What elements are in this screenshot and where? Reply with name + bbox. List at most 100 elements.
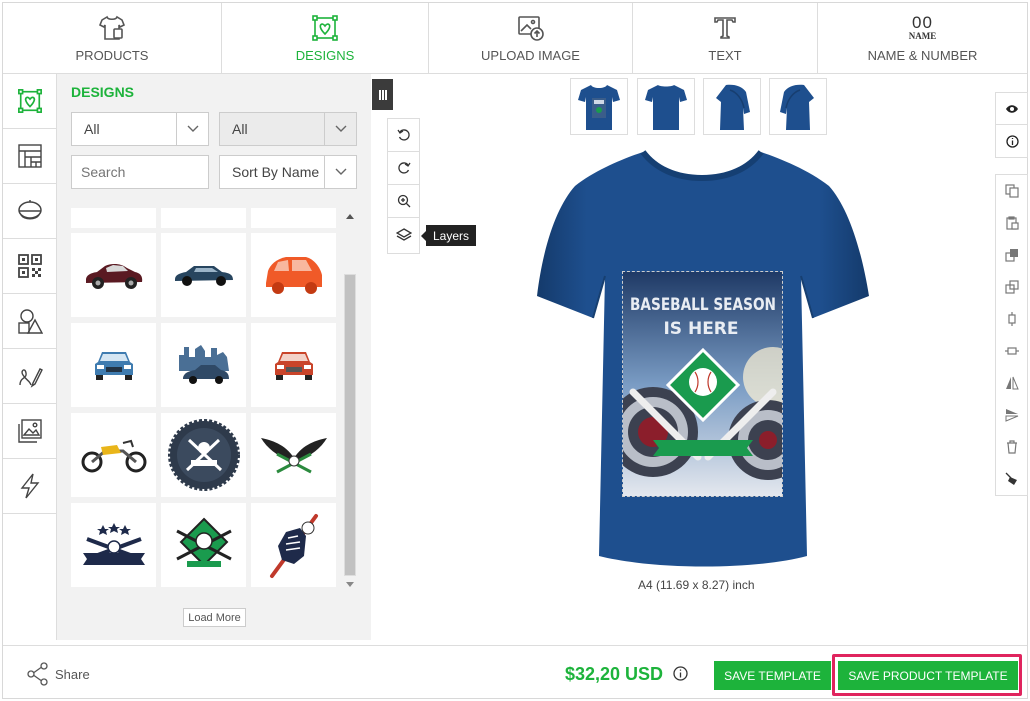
align-vertical-icon [1008,312,1016,326]
subcategory-select[interactable]: All [219,112,357,146]
tab-label: NAME & NUMBER [867,48,978,63]
scroll-up-icon[interactable] [346,214,354,219]
tab-label: TEXT [708,48,742,63]
design-grid [71,208,341,592]
tab-text[interactable]: TEXT [633,3,818,73]
zoom-icon [397,194,410,208]
load-more-button[interactable]: Load More [183,608,246,627]
search-input[interactable] [71,155,209,189]
designs-icon [17,89,42,113]
flip-vertical-button[interactable] [996,399,1028,431]
designs-scrollbar[interactable] [343,208,357,592]
designs-panel: DESIGNS All All Sort By Name [57,74,371,640]
design-thumb-car-front[interactable] [71,323,156,407]
clear-button[interactable] [996,463,1028,495]
view-thumb-front[interactable] [570,78,628,135]
share-button[interactable]: Share [27,662,90,686]
design-thumb[interactable] [161,208,246,228]
rail-draw[interactable] [3,349,56,404]
rail-qr-code[interactable] [3,239,56,294]
flip-horizontal-button[interactable] [996,367,1028,399]
view-tools [995,92,1028,158]
rail-shapes[interactable] [3,294,56,349]
lightning-icon [20,473,39,499]
flip-vertical-icon [1005,409,1019,422]
zoom-button[interactable] [388,185,419,218]
design-thumb-red-car-front[interactable] [251,323,336,407]
undo-button[interactable] [388,119,419,152]
delete-button[interactable] [996,431,1028,463]
rail-spacer [3,514,57,640]
print-area[interactable]: BASEBALL SEASON IS HERE [622,271,783,497]
design-thumb-baseball-diamond[interactable] [161,503,246,587]
center-vertical-button[interactable] [996,303,1028,335]
undo-icon [396,129,410,141]
top-nav: PRODUCTS DESIGNS UPLOAD IMAGE TEXT 00 NA… [3,3,1027,74]
sort-select[interactable]: Sort By Name [219,155,357,189]
design-thumb-glove-bat[interactable] [251,503,336,587]
price-info-icon[interactable] [673,666,688,681]
tab-products[interactable]: PRODUCTS [3,3,222,73]
shapes-icon [17,309,43,334]
canvas-tools [387,118,420,254]
baseball-design[interactable]: BASEBALL SEASON IS HERE [623,272,783,497]
design-thumb-orange-car[interactable] [251,233,336,317]
view-thumb-back[interactable] [637,78,695,135]
print-size-label: A4 (11.69 x 8.27) inch [638,578,755,592]
bring-front-button[interactable] [996,239,1028,271]
rail-caps[interactable] [3,184,56,239]
name-number-icon: 00 NAME [909,13,937,43]
view-thumb-left[interactable] [703,78,761,135]
design-thumb-motorcycle[interactable] [71,413,156,497]
chevron-down-icon [324,156,356,188]
redo-button[interactable] [388,152,419,185]
scroll-down-icon[interactable] [346,582,354,587]
category-select[interactable]: All [71,112,209,146]
layers-button[interactable] [388,218,419,251]
layer-front-icon [1005,249,1018,262]
tab-upload-image[interactable]: UPLOAD IMAGE [429,3,633,73]
design-thumb-baseball-badge[interactable] [161,413,246,497]
scrollbar-thumb[interactable] [344,274,356,576]
design-thumb-winged-badge[interactable] [251,413,336,497]
tab-label: DESIGNS [295,48,355,63]
cap-icon [17,200,42,220]
tab-designs[interactable]: DESIGNS [222,3,429,73]
rail-patterns[interactable] [3,129,56,184]
center-horizontal-button[interactable] [996,335,1028,367]
rail-designs[interactable] [3,74,56,129]
send-back-button[interactable] [996,271,1028,303]
layers-icon [395,227,412,241]
pattern-icon [17,144,42,168]
subcategory-value: All [232,121,248,137]
copy-button[interactable] [996,175,1028,207]
tab-name-number[interactable]: 00 NAME NAME & NUMBER [818,3,1027,73]
designs-icon [311,13,339,43]
design-thumb-sedan[interactable] [161,233,246,317]
preview-button[interactable] [996,93,1028,125]
layer-back-icon [1005,280,1019,294]
design-thumb-classic-car[interactable] [71,233,156,317]
paste-button[interactable] [996,207,1028,239]
design-thumb[interactable] [71,208,156,228]
tab-label: UPLOAD IMAGE [481,48,580,63]
rail-quick[interactable] [3,459,56,514]
sort-value: Sort By Name [232,164,320,180]
chevron-down-icon [176,113,208,145]
total-price: $32,20 USD [565,664,664,684]
info-button[interactable] [996,125,1028,157]
collapse-panel-button[interactable] [372,79,393,110]
upload-image-icon [517,13,545,43]
broom-icon [1005,472,1017,485]
design-thumb-bats-banner[interactable] [71,503,156,587]
share-icon [27,662,48,686]
chevron-down-icon [324,113,356,145]
left-rail [3,74,57,514]
name-number-icon-caption: NAME [908,31,937,41]
redo-icon [397,162,411,174]
rail-images[interactable] [3,404,56,459]
save-template-button[interactable]: SAVE TEMPLATE [714,661,831,690]
design-thumb-city-car[interactable] [161,323,246,407]
view-thumb-right[interactable] [769,78,827,135]
design-thumb[interactable] [251,208,336,228]
